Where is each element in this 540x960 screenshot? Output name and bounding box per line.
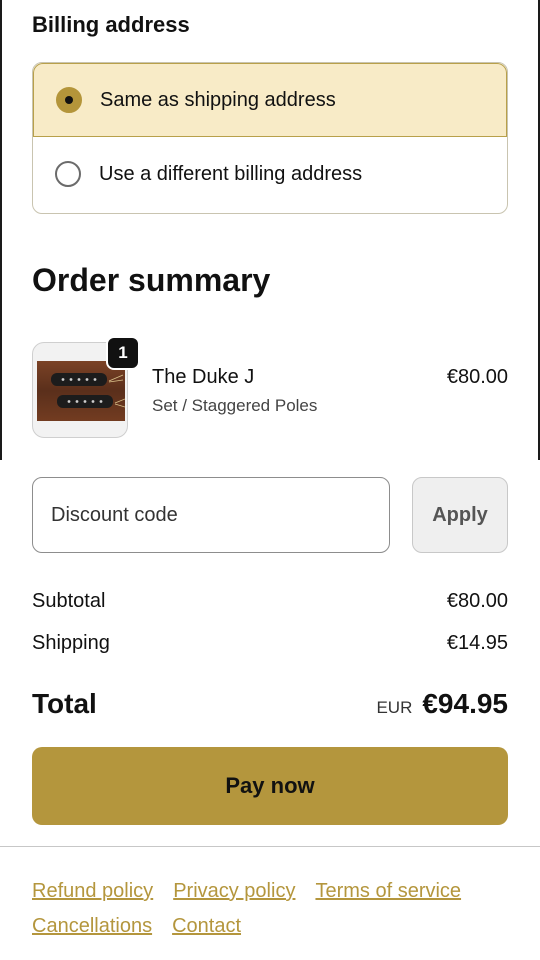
product-price: €80.00 [446, 366, 508, 388]
apply-discount-button[interactable]: Apply [412, 477, 508, 553]
pay-now-button[interactable]: Pay now [32, 747, 508, 825]
refund-policy-link[interactable]: Refund policy [32, 880, 153, 903]
shipping-label: Shipping [32, 632, 110, 654]
order-summary-title: Order summary [32, 262, 271, 298]
billing-address-options: Same as shipping address Use a different… [32, 62, 508, 214]
subtotal-value: €80.00 [446, 590, 508, 612]
pickup-image [37, 361, 125, 421]
billing-option-different-label: Use a different billing address [99, 162, 363, 185]
product-line-item: The Duke J Set / Staggered Poles €80.00 [32, 342, 508, 442]
discount-code-input[interactable] [32, 477, 390, 553]
footer-divider [0, 846, 540, 847]
subtotal-row: Subtotal €80.00 [32, 590, 508, 613]
billing-option-same[interactable]: Same as shipping address [33, 63, 507, 137]
frame-border-left [0, 0, 2, 460]
total-amount-group: EUR €94.95 [376, 688, 508, 720]
contact-link[interactable]: Contact [172, 915, 241, 938]
total-value: €94.95 [422, 688, 508, 719]
radio-dot [65, 96, 73, 104]
quantity-badge: 1 [106, 336, 140, 370]
cancellations-link[interactable]: Cancellations [32, 915, 152, 938]
footer-links: Refund policy Privacy policy Terms of se… [32, 880, 502, 938]
product-name: The Duke J [152, 366, 255, 388]
billing-option-different[interactable]: Use a different billing address [33, 137, 507, 211]
billing-address-title: Billing address [32, 12, 190, 37]
total-label: Total [32, 688, 97, 719]
radio-selected-icon[interactable] [56, 87, 82, 113]
subtotal-label: Subtotal [32, 590, 106, 612]
radio-unselected-icon[interactable] [55, 161, 81, 187]
shipping-value: €14.95 [446, 632, 508, 654]
currency-code: EUR [376, 698, 413, 717]
total-row: Total EUR €94.95 [32, 688, 508, 720]
product-variant: Set / Staggered Poles [152, 396, 318, 415]
terms-of-service-link[interactable]: Terms of service [315, 880, 461, 903]
privacy-policy-link[interactable]: Privacy policy [173, 880, 295, 903]
shipping-row: Shipping €14.95 [32, 632, 508, 655]
billing-option-same-label: Same as shipping address [100, 88, 336, 111]
